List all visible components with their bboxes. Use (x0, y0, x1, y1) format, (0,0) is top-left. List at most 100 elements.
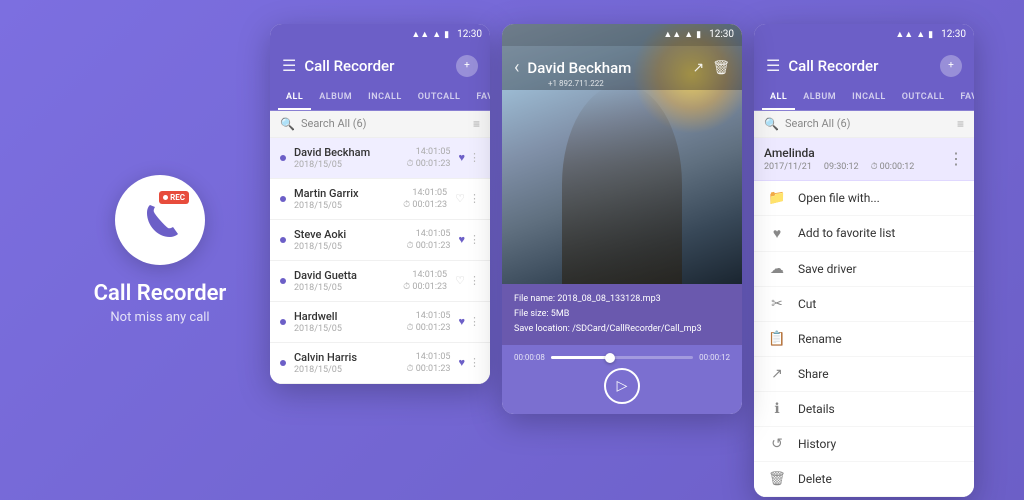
menu-item-icon: ℹ (768, 401, 786, 417)
menu-item-icon: ☁ (768, 261, 786, 277)
more-options-icon[interactable]: ⋮ (469, 356, 480, 369)
app-scene: REC Call Recorder Not miss any call ▲▲ ▲… (0, 0, 1024, 500)
phone1-action-icon[interactable]: + (456, 55, 478, 77)
context-menu-item[interactable]: ✂ Cut (754, 287, 974, 322)
favorite-icon[interactable]: ♡ (455, 274, 465, 287)
context-menu-item[interactable]: ♥ Add to favorite list (754, 216, 974, 252)
more-options-icon[interactable]: ⋮ (469, 151, 480, 164)
menu-item-icon: ♥ (768, 225, 786, 242)
p3-tab-favorite[interactable]: FAVORITE (952, 86, 974, 110)
more-options-icon[interactable]: ⋮ (469, 192, 480, 205)
call-time-display: 14:01:05 (416, 311, 451, 321)
context-menu-item[interactable]: ↗ Share (754, 357, 974, 392)
progress-fill (551, 356, 608, 359)
call-name: Hardwell (294, 310, 399, 323)
phone1-status-bar: ▲▲ ▲ ▮ 12:30 (270, 24, 490, 46)
favorite-icon[interactable]: ♥ (458, 151, 465, 164)
more-options-icon[interactable]: ⋮ (469, 233, 480, 246)
menu-item-label: Details (798, 402, 835, 416)
menu-item-label: History (798, 437, 836, 451)
p3-tab-outcall[interactable]: OUTCALL (894, 86, 953, 110)
p3-signal-icon: ▲▲ (895, 29, 913, 40)
delete-toolbar-icon[interactable]: 🗑 (712, 60, 730, 76)
call-list-item[interactable]: Hardwell 2018/15/05 14:01:05 ⏱ 00:01:23 … (270, 302, 490, 343)
player-phone-number: +1 892.711.222 (548, 79, 604, 88)
context-menu-item[interactable]: 🗑 Delete (754, 462, 974, 497)
phone1-call-list: David Beckham 2018/15/05 14:01:05 ⏱ 00:0… (270, 138, 490, 384)
hamburger-icon[interactable]: ☰ (282, 56, 296, 75)
menu-item-icon: 📁 (768, 190, 786, 206)
end-time: 00:00:12 (699, 353, 730, 362)
wifi-icon: ▲ (432, 29, 441, 40)
call-time-display: 14:01:05 (416, 352, 451, 362)
p3-tab-album[interactable]: ALBUM (795, 86, 844, 110)
more-options-icon[interactable]: ⋮ (469, 274, 480, 287)
call-list-item[interactable]: Martin Garrix 2018/15/05 14:01:05 ⏱ 00:0… (270, 179, 490, 220)
call-meta: 14:01:05 ⏱ 00:01:23 (403, 270, 447, 292)
favorite-icon[interactable]: ♥ (458, 356, 465, 369)
tab-outcall[interactable]: OUTCALL (410, 86, 469, 110)
context-menu-item[interactable]: ↺ History (754, 427, 974, 462)
phone3-action-icon[interactable]: + (940, 55, 962, 77)
progress-thumb[interactable] (605, 353, 615, 363)
file-name-label: File name: (514, 294, 555, 304)
phone2-toolbar: ‹ David Beckham ↗ 🗑 (502, 46, 742, 90)
call-duration: ⏱ 00:01:23 (407, 323, 451, 333)
menu-item-label: Open file with... (798, 191, 880, 205)
call-meta: 14:01:05 ⏱ 00:01:23 (407, 229, 451, 251)
call-info: David Guetta 2018/15/05 (294, 269, 395, 293)
play-button[interactable]: ▷ (604, 368, 640, 404)
phone2: ▲▲ ▲ ▮ 12:30 ‹ David Beckham ↗ 🗑 +1 892.… (502, 24, 742, 415)
mic-circle: REC (115, 175, 205, 265)
more-options-icon[interactable]: ⋮ (469, 315, 480, 328)
call-list-item[interactable]: Calvin Harris 2018/15/05 14:01:05 ⏱ 00:0… (270, 343, 490, 384)
brand-title: Call Recorder (94, 281, 227, 306)
phone1-search-input[interactable]: Search All (6) (301, 117, 467, 130)
p3-tab-incall[interactable]: INCALL (844, 86, 894, 110)
phone3-status-icons: ▲▲ ▲ ▮ (895, 29, 933, 40)
phone2-time: 12:30 (709, 29, 734, 40)
tab-all[interactable]: ALL (278, 86, 311, 110)
favorite-icon[interactable]: ♥ (458, 233, 465, 246)
rec-label: REC (170, 193, 185, 202)
context-menu-item[interactable]: ☁ Save driver (754, 252, 974, 287)
favorite-icon[interactable]: ♥ (458, 315, 465, 328)
call-list-item[interactable]: David Guetta 2018/15/05 14:01:05 ⏱ 00:01… (270, 261, 490, 302)
phone1-action-label: + (464, 60, 470, 71)
phone3-status-bar: ▲▲ ▲ ▮ 12:30 (754, 24, 974, 46)
active-call-time: 09:30:12 (824, 162, 859, 172)
favorite-icon[interactable]: ♡ (455, 192, 465, 205)
file-size-value: 5MB (551, 309, 570, 319)
call-actions: ♥ ⋮ (458, 233, 480, 246)
progress-track[interactable] (551, 356, 693, 359)
tab-favorite[interactable]: FAVORITE (468, 86, 490, 110)
share-toolbar-icon[interactable]: ↗ (692, 60, 704, 76)
branding-section: REC Call Recorder Not miss any call (50, 175, 270, 325)
call-name: Steve Aoki (294, 228, 399, 241)
call-dot (280, 237, 286, 243)
call-list-item[interactable]: David Beckham 2018/15/05 14:01:05 ⏱ 00:0… (270, 138, 490, 179)
back-icon[interactable]: ‹ (514, 57, 519, 78)
tab-album[interactable]: ALBUM (311, 86, 360, 110)
phone3-toolbar: ☰ Call Recorder + (754, 46, 974, 86)
call-date: 2018/15/05 (294, 283, 395, 293)
call-duration: ⏱ 00:01:23 (407, 241, 451, 251)
context-menu-item[interactable]: 📁 Open file with... (754, 181, 974, 216)
p3-tab-all[interactable]: ALL (762, 86, 795, 110)
active-call-more-icon[interactable]: ⋮ (948, 149, 964, 168)
menu-item-label: Cut (798, 297, 816, 311)
call-dot (280, 155, 286, 161)
phone3-search-input[interactable]: Search All (6) (785, 117, 951, 130)
context-menu-item[interactable]: 📋 Rename (754, 322, 974, 357)
call-list-item[interactable]: Steve Aoki 2018/15/05 14:01:05 ⏱ 00:01:2… (270, 220, 490, 261)
tab-incall[interactable]: INCALL (360, 86, 410, 110)
p3-filter-icon[interactable]: ≡ (957, 117, 964, 131)
p3-hamburger-icon[interactable]: ☰ (766, 56, 780, 75)
play-button-row: ▷ (514, 368, 730, 404)
context-menu-item[interactable]: ℹ Details (754, 392, 974, 427)
filter-icon[interactable]: ≡ (473, 117, 480, 131)
file-size-label: File size: (514, 309, 549, 319)
menu-item-label: Share (798, 367, 829, 381)
p3-battery-icon: ▮ (928, 30, 933, 40)
call-dot (280, 278, 286, 284)
